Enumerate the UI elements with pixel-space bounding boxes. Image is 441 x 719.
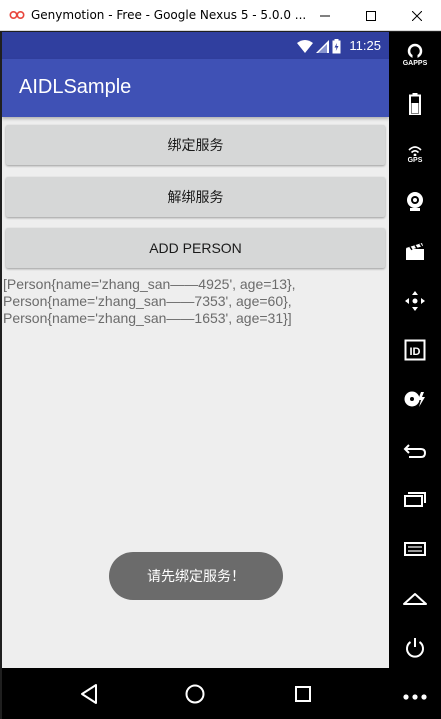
close-button[interactable]: [394, 0, 440, 31]
android-back-button[interactable]: [389, 430, 441, 470]
nav-home-button[interactable]: [182, 681, 208, 707]
add-person-button[interactable]: ADD PERSON: [6, 228, 385, 268]
genymotion-logo-icon: [9, 10, 25, 20]
clapperboard-icon: [406, 243, 424, 260]
nav-recents-button[interactable]: [290, 681, 316, 707]
nav-back-button[interactable]: [76, 681, 102, 707]
remote-control-button[interactable]: [389, 281, 441, 321]
power-icon: [406, 638, 424, 658]
navigation-bar: [2, 668, 389, 719]
toast-message: 请先绑定服务！: [109, 552, 283, 600]
maximize-icon: [366, 10, 376, 21]
status-icons: [297, 38, 341, 54]
person-list-text: [Person{name='zhang_san——4925', age=13},…: [3, 276, 388, 327]
more-dots-icon: [403, 694, 427, 700]
status-time: 11:25: [349, 38, 381, 53]
result-line: Person{name='zhang_san——1653', age=31}]: [3, 310, 292, 326]
android-home-button[interactable]: [389, 578, 441, 618]
gps-button[interactable]: GPS: [389, 134, 441, 174]
android-screen: 11:25 AIDLSample 绑定服务 解绑服务 ADD PERSON [P…: [2, 32, 389, 668]
gapps-icon: [407, 43, 423, 59]
app-title: AIDLSample: [19, 76, 132, 98]
bind-service-button[interactable]: 绑定服务: [6, 125, 385, 165]
back-triangle-icon: [81, 684, 97, 704]
gps-icon: [408, 145, 422, 156]
android-menu-button[interactable]: [389, 529, 441, 569]
action-bar: AIDLSample: [2, 59, 389, 117]
return-arrow-icon: [403, 444, 427, 458]
battery-button[interactable]: [389, 84, 441, 124]
status-bar: 11:25: [2, 32, 389, 59]
emulator-window: Genymotion - Free - Google Nexus 5 - 5.0…: [0, 0, 441, 719]
unbind-service-button[interactable]: 解绑服务: [6, 177, 385, 217]
disk-io-button[interactable]: [389, 379, 441, 419]
screencast-button[interactable]: [389, 231, 441, 271]
id-glyph: ID: [410, 346, 421, 358]
webcam-icon: [407, 192, 423, 211]
signal-icon: [316, 39, 329, 53]
recents-square-icon: [295, 686, 311, 702]
gapps-label: GAPPS: [402, 60, 428, 67]
gps-label: GPS: [407, 156, 423, 164]
recent-apps-icon: [404, 492, 426, 507]
device-id-button[interactable]: ID: [389, 330, 441, 370]
result-line: Person{name='zhang_san——7353', age=60},: [3, 293, 292, 309]
home-circle-icon: [185, 684, 205, 704]
camera-button[interactable]: [389, 182, 441, 222]
close-icon: [412, 10, 422, 21]
disk-flash-icon: [404, 391, 425, 407]
battery-icon: [332, 38, 341, 53]
maximize-button[interactable]: [348, 0, 394, 31]
genymotion-toolbar: GAPPS GPS ID: [389, 32, 441, 719]
home-icon: [403, 593, 427, 605]
result-line: [Person{name='zhang_san——4925', age=13},: [3, 276, 296, 292]
battery-icon: [409, 93, 421, 115]
menu-icon: [404, 542, 426, 556]
id-card-icon: ID: [404, 339, 426, 361]
window-titlebar[interactable]: Genymotion - Free - Google Nexus 5 - 5.0…: [0, 0, 441, 31]
minimize-button[interactable]: [302, 0, 348, 31]
gapps-button[interactable]: GAPPS: [389, 35, 441, 75]
window-title: Genymotion - Free - Google Nexus 5 - 5.0…: [31, 8, 307, 22]
android-recents-button[interactable]: [389, 479, 441, 519]
power-button[interactable]: [389, 628, 441, 668]
more-options-button[interactable]: [389, 677, 441, 717]
wifi-icon: [297, 39, 313, 53]
move-arrows-icon: [405, 291, 425, 311]
minimize-icon: [320, 15, 330, 16]
